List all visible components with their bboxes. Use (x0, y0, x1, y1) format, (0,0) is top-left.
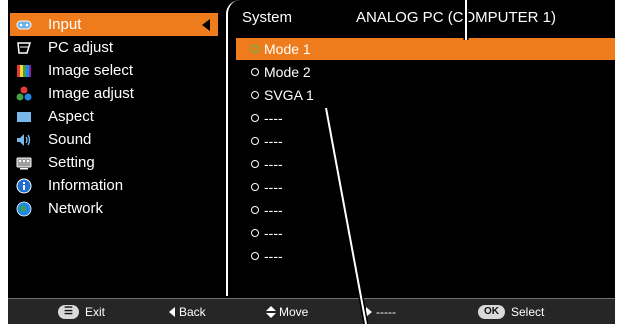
control-hint-bar: ☰ Exit Back Move ----- OK Select (8, 298, 615, 324)
option-label: ---- (264, 248, 283, 264)
panel-header: System ANALOG PC (COMPUTER 1) (228, 0, 615, 30)
menu-item-information[interactable]: Information (10, 174, 218, 197)
radio-icon (251, 229, 259, 237)
menu-item-aspect[interactable]: Aspect (10, 105, 218, 128)
input-system-panel: System ANALOG PC (COMPUTER 1) Mode 1 Mod… (226, 0, 615, 296)
input-source-label: ANALOG PC (COMPUTER 1) (356, 9, 557, 26)
next-hint[interactable]: ----- (365, 305, 396, 319)
option-svga-1[interactable]: SVGA 1 (236, 84, 615, 106)
panel-title: System (242, 9, 293, 26)
option-label: ---- (264, 179, 283, 195)
menu-item-label: Information (48, 177, 124, 194)
menu-item-network[interactable]: Network (10, 197, 218, 220)
radio-icon (251, 252, 259, 260)
option-empty-slot[interactable]: ---- (236, 107, 615, 129)
back-label: Back (179, 305, 206, 319)
option-label: ---- (264, 202, 283, 218)
menu-item-label: Aspect (48, 108, 94, 125)
select-hint[interactable]: OK Select (478, 305, 544, 319)
next-label: ----- (376, 305, 396, 319)
menu-item-label: Setting (48, 154, 95, 171)
option-label: ---- (264, 225, 283, 241)
back-hint[interactable]: Back (168, 305, 206, 319)
main-menu: Input PC adjust Image select Image adjus… (8, 0, 222, 296)
exit-hint[interactable]: ☰ Exit (58, 305, 105, 319)
menu-item-label: Sound (48, 131, 92, 148)
move-hint[interactable]: Move (266, 305, 308, 319)
right-arrow-icon (366, 307, 372, 317)
left-arrow-icon (169, 307, 175, 317)
menu-item-image-adjust[interactable]: Image adjust (10, 82, 218, 105)
option-label: ---- (264, 156, 283, 172)
option-empty-slot[interactable]: ---- (236, 245, 615, 267)
network-icon (15, 201, 33, 217)
aspect-icon (15, 109, 33, 125)
option-label: ---- (264, 110, 283, 126)
option-mode-1[interactable]: Mode 1 (236, 38, 615, 60)
select-label: Select (511, 305, 545, 319)
menu-item-label: Input (48, 16, 82, 33)
image-select-icon (15, 63, 33, 79)
option-empty-slot[interactable]: ---- (236, 130, 615, 152)
information-icon (15, 178, 33, 194)
option-empty-slot[interactable]: ---- (236, 199, 615, 221)
sound-icon (15, 132, 33, 148)
menu-item-pc-adjust[interactable]: PC adjust (10, 36, 218, 59)
menu-item-label: Image select (48, 62, 134, 79)
projector-osd-screen: Input PC adjust Image select Image adjus… (8, 0, 615, 324)
input-icon (15, 17, 33, 33)
option-empty-slot[interactable]: ---- (236, 153, 615, 175)
radio-icon (251, 137, 259, 145)
move-label: Move (279, 305, 309, 319)
option-empty-slot[interactable]: ---- (236, 222, 615, 244)
menu-item-label: Network (48, 200, 104, 217)
menu-item-sound[interactable]: Sound (10, 128, 218, 151)
ok-key-icon: OK (478, 305, 505, 319)
pc-adjust-icon (15, 40, 33, 56)
option-label: SVGA 1 (264, 87, 314, 103)
exit-label: Exit (84, 305, 105, 319)
radio-icon (251, 45, 259, 53)
radio-icon (251, 68, 259, 76)
radio-icon (251, 160, 259, 168)
option-mode-2[interactable]: Mode 2 (236, 61, 615, 83)
radio-icon (251, 183, 259, 191)
option-empty-slot[interactable]: ---- (236, 176, 615, 198)
option-label: ---- (264, 133, 283, 149)
option-label: Mode 1 (264, 41, 311, 57)
radio-icon (251, 91, 259, 99)
menu-key-icon: ☰ (58, 305, 79, 319)
selected-arrow-icon (202, 18, 210, 31)
menu-item-setting[interactable]: Setting (10, 151, 218, 174)
setting-icon (15, 155, 33, 171)
menu-item-label: Image adjust (48, 85, 134, 102)
menu-item-input[interactable]: Input (10, 13, 218, 36)
option-label: Mode 2 (264, 64, 311, 80)
menu-item-label: PC adjust (48, 39, 114, 56)
image-adjust-icon (15, 86, 33, 102)
menu-item-image-select[interactable]: Image select (10, 59, 218, 82)
up-down-arrow-icon (266, 306, 276, 318)
radio-icon (251, 114, 259, 122)
radio-icon (251, 206, 259, 214)
